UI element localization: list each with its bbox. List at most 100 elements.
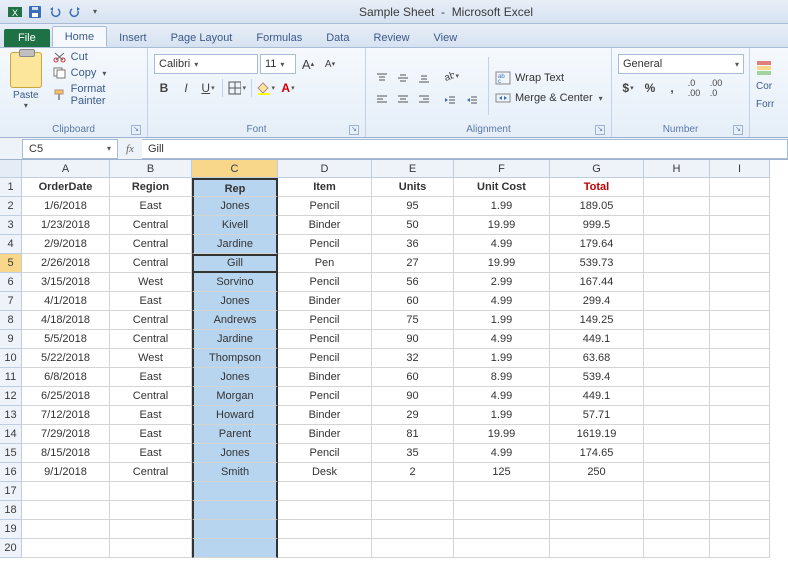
cell[interactable]: Central xyxy=(110,216,192,235)
cell[interactable]: East xyxy=(110,444,192,463)
cell[interactable] xyxy=(644,292,710,311)
cell[interactable] xyxy=(192,539,278,558)
cell[interactable]: Pen xyxy=(278,254,372,273)
cell[interactable]: 27 xyxy=(372,254,454,273)
row-header[interactable]: 4 xyxy=(0,235,22,254)
cell[interactable]: Central xyxy=(110,387,192,406)
cell[interactable]: Total xyxy=(550,178,644,197)
tab-insert[interactable]: Insert xyxy=(107,28,159,47)
tab-home[interactable]: Home xyxy=(52,26,107,47)
fx-icon[interactable]: fx xyxy=(126,143,134,155)
decrease-indent-icon[interactable] xyxy=(440,90,460,110)
cell[interactable]: 539.73 xyxy=(550,254,644,273)
cell[interactable]: 7/12/2018 xyxy=(22,406,110,425)
cell[interactable]: 4/18/2018 xyxy=(22,311,110,330)
cell[interactable]: West xyxy=(110,273,192,292)
cell[interactable] xyxy=(710,482,770,501)
cell[interactable]: 1.99 xyxy=(454,197,550,216)
underline-button[interactable]: U xyxy=(198,78,218,98)
dialog-launcher-icon[interactable]: ↘ xyxy=(131,125,141,135)
cell[interactable]: Pencil xyxy=(278,197,372,216)
increase-indent-icon[interactable] xyxy=(462,90,482,110)
align-top-icon[interactable] xyxy=(372,68,392,88)
qat-dropdown-icon[interactable]: ▾ xyxy=(86,3,104,21)
cell[interactable]: Pencil xyxy=(278,444,372,463)
cell[interactable]: 189.05 xyxy=(550,197,644,216)
font-size-combo[interactable]: 11▾ xyxy=(260,54,296,74)
comma-format-button[interactable]: , xyxy=(662,78,682,98)
cell[interactable] xyxy=(22,539,110,558)
decrease-decimal-icon[interactable]: .00.0 xyxy=(706,78,726,98)
column-header[interactable]: A xyxy=(22,160,110,178)
row-header[interactable]: 10 xyxy=(0,349,22,368)
cell[interactable]: 1/23/2018 xyxy=(22,216,110,235)
cell[interactable]: 4/1/2018 xyxy=(22,292,110,311)
cell[interactable] xyxy=(644,425,710,444)
cell[interactable] xyxy=(22,501,110,520)
align-middle-icon[interactable] xyxy=(393,68,413,88)
wrap-text-button[interactable]: abcWrap Text xyxy=(495,71,603,85)
cell[interactable] xyxy=(710,425,770,444)
cell[interactable] xyxy=(278,501,372,520)
cell[interactable]: 35 xyxy=(372,444,454,463)
cell[interactable]: Jones xyxy=(192,197,278,216)
cell[interactable] xyxy=(710,292,770,311)
cell[interactable]: Binder xyxy=(278,425,372,444)
column-header[interactable]: F xyxy=(454,160,550,178)
cell[interactable]: 299.4 xyxy=(550,292,644,311)
cell[interactable] xyxy=(710,368,770,387)
cell[interactable]: 4.99 xyxy=(454,387,550,406)
cell[interactable] xyxy=(644,349,710,368)
cell[interactable] xyxy=(644,216,710,235)
cell[interactable]: East xyxy=(110,368,192,387)
cell[interactable]: Units xyxy=(372,178,454,197)
cell[interactable]: 1.99 xyxy=(454,349,550,368)
cell[interactable]: 19.99 xyxy=(454,425,550,444)
cell[interactable] xyxy=(710,520,770,539)
row-header[interactable]: 17 xyxy=(0,482,22,501)
tab-formulas[interactable]: Formulas xyxy=(244,28,314,47)
undo-icon[interactable] xyxy=(46,3,64,21)
select-all-corner[interactable] xyxy=(0,160,22,178)
cell[interactable]: Jones xyxy=(192,444,278,463)
cell[interactable]: 4.99 xyxy=(454,330,550,349)
cell[interactable]: 60 xyxy=(372,368,454,387)
cell[interactable] xyxy=(550,501,644,520)
percent-format-button[interactable]: % xyxy=(640,78,660,98)
name-box[interactable]: C5▾ xyxy=(22,139,118,159)
format-painter-button[interactable]: Format Painter xyxy=(50,82,141,108)
cell[interactable] xyxy=(710,387,770,406)
cell[interactable]: 19.99 xyxy=(454,216,550,235)
cell[interactable] xyxy=(550,539,644,558)
row-header[interactable]: 20 xyxy=(0,539,22,558)
cell[interactable] xyxy=(710,216,770,235)
column-header[interactable]: E xyxy=(372,160,454,178)
cell[interactable]: 32 xyxy=(372,349,454,368)
cell[interactable] xyxy=(710,539,770,558)
cell[interactable] xyxy=(192,520,278,539)
cell[interactable]: 250 xyxy=(550,463,644,482)
font-name-combo[interactable]: Calibri▾ xyxy=(154,54,258,74)
cell[interactable] xyxy=(110,501,192,520)
cell[interactable] xyxy=(454,501,550,520)
cell[interactable]: Region xyxy=(110,178,192,197)
cell[interactable]: Binder xyxy=(278,292,372,311)
cell[interactable] xyxy=(710,178,770,197)
italic-button[interactable]: I xyxy=(176,78,196,98)
cell[interactable]: 50 xyxy=(372,216,454,235)
cell[interactable]: 56 xyxy=(372,273,454,292)
cell[interactable] xyxy=(644,406,710,425)
column-header[interactable]: G xyxy=(550,160,644,178)
cell[interactable] xyxy=(644,463,710,482)
cell[interactable] xyxy=(550,482,644,501)
column-header[interactable]: D xyxy=(278,160,372,178)
cell[interactable] xyxy=(644,387,710,406)
cell[interactable]: East xyxy=(110,197,192,216)
cell[interactable] xyxy=(644,311,710,330)
cell[interactable]: 4.99 xyxy=(454,235,550,254)
row-header[interactable]: 3 xyxy=(0,216,22,235)
cell[interactable]: 6/25/2018 xyxy=(22,387,110,406)
row-header[interactable]: 5 xyxy=(0,254,22,273)
cell[interactable]: Binder xyxy=(278,368,372,387)
cell[interactable] xyxy=(710,273,770,292)
